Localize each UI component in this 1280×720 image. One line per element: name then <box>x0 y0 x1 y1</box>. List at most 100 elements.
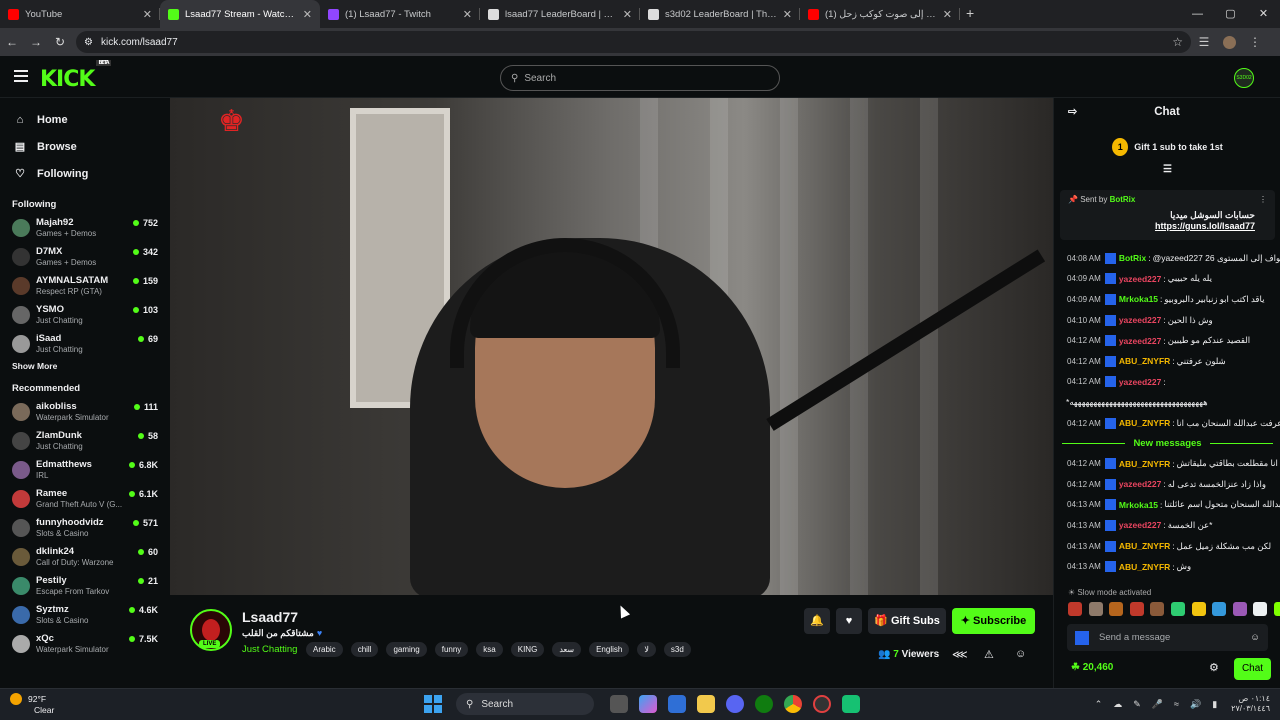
stream-tag[interactable]: s3d <box>663 642 691 657</box>
channel-item[interactable]: D7MX Games + Demos 342 <box>0 243 170 272</box>
subscribe-button[interactable]: ✦ Subscribe <box>952 608 1035 634</box>
stream-tag[interactable]: سعد <box>552 642 582 657</box>
browser-tab[interactable]: s3d02 LeaderBoard | The best ✕ <box>640 0 800 28</box>
report-icon[interactable]: ⚠ <box>984 648 994 661</box>
channel-item[interactable]: xQc Waterpark Simulator 7.5K <box>0 630 170 659</box>
chat-settings-icon[interactable]: ⚙ <box>1209 661 1219 674</box>
channel-item[interactable]: iSaad Just Chatting 69 <box>0 330 170 359</box>
message-username[interactable]: Mrkoka15 <box>1119 500 1158 510</box>
microphone-icon[interactable]: 🎤 <box>1152 699 1163 710</box>
tab-close-icon[interactable]: ✕ <box>783 8 792 21</box>
store-icon[interactable] <box>667 695 686 713</box>
channel-item[interactable]: YSMO Just Chatting 103 <box>0 301 170 330</box>
url-field[interactable]: ⚙ kick.com/lsaad77 ☆ <box>76 31 1191 53</box>
browser-menu-icon[interactable]: ⋮ <box>1242 35 1268 49</box>
maximize-icon[interactable]: ▢ <box>1214 0 1247 28</box>
volume-icon[interactable]: 🔊 <box>1190 699 1201 710</box>
site-info-icon[interactable]: ⚙ <box>84 37 93 48</box>
media-control-icon[interactable]: ☰ <box>1191 35 1217 49</box>
chrome-icon[interactable] <box>783 695 802 713</box>
browser-tab[interactable]: (1) أستمع إلى صوت كوكب زحل ✕ <box>800 0 960 28</box>
emote-icon[interactable] <box>1212 602 1227 616</box>
hamburger-menu-icon[interactable] <box>14 70 28 82</box>
tab-close-icon[interactable]: ✕ <box>303 8 312 21</box>
message-username[interactable]: yazeed227 <box>1119 479 1162 489</box>
kick-logo[interactable]: KICKBETA <box>40 59 111 92</box>
send-chat-button[interactable]: Chat <box>1234 658 1271 680</box>
channel-item[interactable]: Ramee Grand Theft Auto V (G... 6.1K <box>0 485 170 514</box>
emote-icon[interactable] <box>1088 602 1103 616</box>
taskbar-search[interactable]: ⚲ Search <box>456 693 594 715</box>
cloud-icon[interactable]: ☁ <box>1113 699 1122 710</box>
browser-tab[interactable]: lsaad77 LeaderBoard | The best ✕ <box>480 0 640 28</box>
message-username[interactable]: Mrkoka15 <box>1119 294 1158 304</box>
tray-overflow-icon[interactable]: ⌃ <box>1095 699 1103 710</box>
task-view-icon[interactable] <box>609 695 628 713</box>
stream-tag[interactable]: chill <box>350 642 379 657</box>
user-options-icon[interactable]: ☺ <box>1015 648 1026 660</box>
message-username[interactable]: ABU_ZNYFR <box>1119 418 1170 428</box>
close-icon[interactable]: ✕ <box>1247 0 1280 28</box>
streamer-name[interactable]: Lsaad77 <box>242 609 298 625</box>
emote-icon[interactable] <box>1109 602 1124 616</box>
video-player[interactable]: ♚ <box>170 98 1053 595</box>
collapse-chat-icon[interactable]: ⇨ <box>1068 98 1077 126</box>
emote-icon[interactable] <box>1170 602 1185 616</box>
channel-item[interactable]: funnyhoodvidz Slots & Casino 571 <box>0 514 170 543</box>
emote-icon[interactable] <box>1273 602 1280 616</box>
pen-icon[interactable]: ✎ <box>1133 699 1141 710</box>
message-username[interactable]: yazeed227 <box>1119 336 1162 346</box>
emote-icon[interactable] <box>1191 602 1206 616</box>
message-username[interactable]: BotRix <box>1119 253 1146 263</box>
tab-close-icon[interactable]: ✕ <box>143 8 152 21</box>
stream-tag[interactable]: KING <box>510 642 545 657</box>
stream-tag[interactable]: لا <box>637 642 656 657</box>
channel-item[interactable]: aikobliss Waterpark Simulator 111 <box>0 398 170 427</box>
stream-category[interactable]: Just Chatting <box>242 644 297 655</box>
message-username[interactable]: yazeed227 <box>1119 377 1162 387</box>
channel-item[interactable]: dklink24 Call of Duty: Warzone 60 <box>0 543 170 572</box>
notification-bell-button[interactable]: 🔔 <box>804 608 830 634</box>
bookmark-star-icon[interactable]: ☆ <box>1172 35 1183 49</box>
profile-avatar[interactable] <box>1223 35 1236 49</box>
kick-app-icon[interactable] <box>841 695 860 713</box>
chat-input[interactable]: Send a message ☺ <box>1067 624 1268 651</box>
emoji-icon[interactable]: ☺ <box>1250 632 1260 643</box>
message-username[interactable]: ABU_ZNYFR <box>1119 459 1170 469</box>
message-username[interactable]: ABU_ZNYFR <box>1119 562 1170 572</box>
sidebar-item-following[interactable]: ♡ Following <box>0 160 170 187</box>
browser-tab[interactable]: Lsaad77 Stream - Watch Live on Kick ✕ <box>160 0 320 28</box>
emote-icon[interactable] <box>1129 602 1144 616</box>
stream-tag[interactable]: gaming <box>386 642 427 657</box>
stream-tag[interactable]: funny <box>434 642 469 657</box>
reload-icon[interactable]: ↻ <box>48 35 72 49</box>
emote-icon[interactable] <box>1232 602 1247 616</box>
sidebar-item-home[interactable]: ⌂ Home <box>0 106 170 133</box>
emote-icon[interactable] <box>1068 602 1082 616</box>
windows-start-icon[interactable] <box>424 695 442 713</box>
pinned-more-icon[interactable]: ⋮ <box>1259 195 1267 204</box>
pinned-link[interactable]: https://guns.lol/lsaad77 <box>1155 221 1255 231</box>
sidebar-item-browse[interactable]: ▤ Browse <box>0 133 170 160</box>
pinned-bot-name[interactable]: BotRix <box>1110 195 1136 204</box>
channel-item[interactable]: AYMNALSATAM Respect RP (GTA) 159 <box>0 272 170 301</box>
emote-icon[interactable] <box>1253 602 1268 616</box>
tab-close-icon[interactable]: ✕ <box>943 8 952 21</box>
browser-tab[interactable]: (1) Lsaad77 - Twitch ✕ <box>320 0 480 28</box>
user-avatar[interactable]: S3D02 <box>1234 68 1254 88</box>
gift-leaderboard[interactable]: 1 Gift 1 sub to take 1st ☰ <box>1054 138 1280 175</box>
stream-tag[interactable]: Arabic <box>306 642 343 657</box>
forward-icon[interactable]: → <box>24 35 48 49</box>
channel-item[interactable]: Edmatthews IRL 6.8K <box>0 456 170 485</box>
stream-tag[interactable]: English <box>589 642 630 657</box>
emote-icon[interactable] <box>1150 602 1165 616</box>
browser-tab[interactable]: YouTube ✕ <box>0 0 160 28</box>
xbox-icon[interactable] <box>754 695 773 713</box>
message-username[interactable]: ABU_ZNYFR <box>1119 541 1170 551</box>
channel-item[interactable]: ZlamDunk Just Chatting 58 <box>0 427 170 456</box>
search-input[interactable]: ⚲ Search <box>500 65 780 91</box>
file-explorer-icon[interactable] <box>696 695 715 713</box>
back-icon[interactable]: ← <box>0 35 24 49</box>
clock[interactable]: ٠١:١٤ ص ٢٧/٠٣/١٤٤٦ <box>1231 694 1270 714</box>
message-username[interactable]: yazeed227 <box>1119 315 1162 325</box>
